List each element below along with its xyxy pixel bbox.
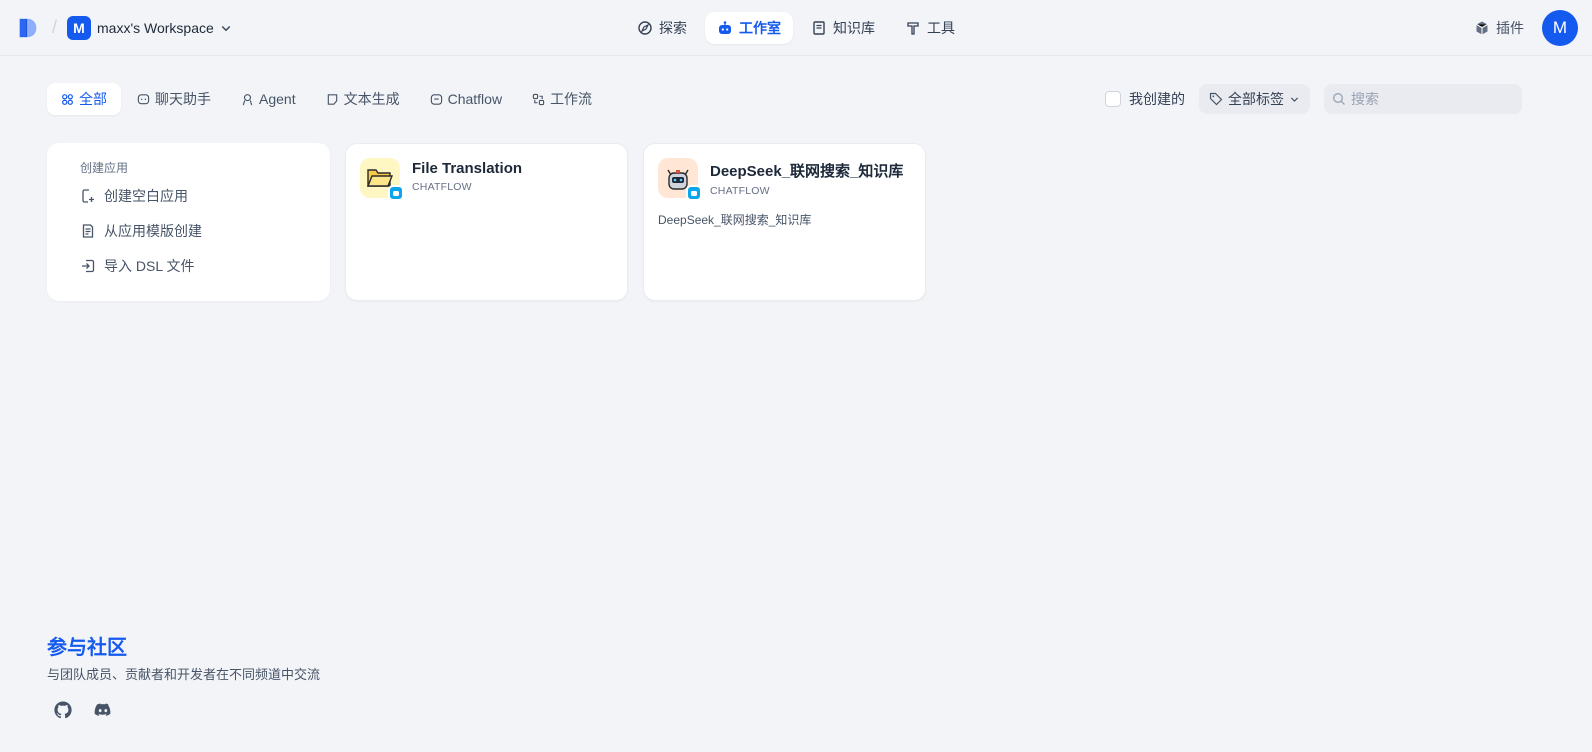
workflow-icon: [532, 93, 545, 105]
create-app-card: 创建应用 创建空白应用 从应用模版创建 导入 DSL 文件: [47, 143, 330, 301]
filter-tools: 我创建的 全部标签: [1105, 84, 1522, 114]
tab-label: Agent: [259, 91, 296, 107]
nav-explore[interactable]: 探索: [625, 12, 699, 44]
create-app-title: 创建应用: [80, 161, 129, 175]
robot-emoji-icon: [658, 158, 702, 201]
social-links: [47, 700, 320, 720]
search-box: [1324, 84, 1522, 114]
folder-icon: [360, 158, 404, 201]
search-icon: [1333, 93, 1345, 105]
book-icon: [813, 21, 825, 35]
workspace-switcher[interactable]: M maxx's Workspace: [67, 15, 232, 40]
create-blank-app-button[interactable]: 创建空白应用: [80, 184, 330, 208]
file-plus-icon: [82, 189, 94, 203]
chevron-down-icon: [1290, 97, 1299, 102]
community-footer: 参与社区 与团队成员、贡献者和开发者在不同频道中交流: [47, 631, 320, 720]
community-title: 参与社区: [47, 637, 127, 659]
note-icon: [327, 93, 337, 105]
app-description: DeepSeek_联网搜索_知识库: [658, 213, 812, 227]
app-type: CHATFLOW: [412, 181, 472, 193]
app-card-header: File Translation CHATFLOW: [360, 158, 613, 201]
discord-icon[interactable]: [93, 700, 113, 720]
dify-logo-icon[interactable]: [18, 16, 40, 40]
breadcrumb-separator: /: [52, 17, 58, 37]
hammer-icon: [907, 22, 919, 35]
app-card-file-translation[interactable]: File Translation CHATFLOW: [345, 143, 628, 301]
created-by-me-label: 我创建的: [1129, 91, 1185, 107]
workspace-name: maxx's Workspace: [97, 19, 214, 36]
import-dsl-button[interactable]: 导入 DSL 文件: [80, 254, 330, 278]
tab-chatflow[interactable]: Chatflow: [416, 83, 516, 115]
search-input[interactable]: [1351, 91, 1511, 107]
cube-icon: [1476, 21, 1488, 34]
nav-label: 知识库: [833, 20, 875, 36]
main-nav: 探索 工作室 知识库 工具: [625, 12, 967, 44]
nav-label: 工具: [927, 20, 955, 36]
import-icon: [82, 259, 95, 273]
header-right: 插件 M: [1474, 9, 1578, 46]
create-item-label: 导入 DSL 文件: [104, 258, 195, 274]
tab-all[interactable]: 全部: [47, 83, 121, 115]
user-avatar[interactable]: M: [1542, 9, 1578, 46]
create-item-label: 从应用模版创建: [104, 223, 202, 239]
nav-tools[interactable]: 工具: [893, 12, 967, 44]
top-header: / M maxx's Workspace 探索 工作室 知识库 工具 插件 M: [0, 0, 1592, 56]
chatflow-badge-icon: [686, 185, 702, 201]
plugins-button[interactable]: 插件: [1474, 18, 1524, 38]
app-name: File Translation: [412, 160, 523, 177]
tab-label: Chatflow: [447, 91, 503, 107]
app-toolbar: 全部 聊天助手 Agent 文本生成 Chatflow 工作流 我创建的 全部标…: [47, 83, 1522, 115]
tag-filter-dropdown[interactable]: 全部标签: [1199, 84, 1310, 114]
tab-workflow[interactable]: 工作流: [518, 83, 606, 115]
tab-chat-assistant[interactable]: 聊天助手: [123, 83, 225, 115]
nav-label: 探索: [659, 20, 687, 36]
compass-icon: [638, 21, 652, 35]
tab-label: 工作流: [550, 91, 593, 107]
nav-label: 工作室: [739, 20, 781, 36]
created-by-me-checkbox[interactable]: [1105, 91, 1121, 107]
app-name: DeepSeek_联网搜索_知识库: [710, 163, 904, 180]
chevron-down-icon: [221, 25, 231, 31]
github-icon[interactable]: [53, 700, 73, 720]
nav-knowledge[interactable]: 知识库: [799, 12, 887, 44]
app-card-deepseek[interactable]: DeepSeek_联网搜索_知识库 CHATFLOW DeepSeek_联网搜索…: [643, 143, 926, 301]
app-card-header: DeepSeek_联网搜索_知识库 CHATFLOW: [658, 158, 911, 201]
chat-icon: [137, 93, 150, 104]
tab-text-generation[interactable]: 文本生成: [312, 83, 414, 115]
plugins-label: 插件: [1496, 19, 1524, 36]
app-type-tabs: 全部 聊天助手 Agent 文本生成 Chatflow 工作流: [47, 83, 606, 115]
tab-agent[interactable]: Agent: [227, 83, 310, 115]
agent-icon: [242, 93, 253, 105]
created-by-me-toggle[interactable]: 我创建的: [1105, 89, 1185, 109]
chatflow-badge-icon: [388, 185, 404, 201]
create-from-template-button[interactable]: 从应用模版创建: [80, 219, 330, 243]
tag-filter-label: 全部标签: [1228, 91, 1284, 107]
tag-icon: [1209, 92, 1223, 106]
tab-label: 全部: [79, 91, 107, 107]
tab-label: 文本生成: [343, 91, 400, 107]
chatflow-icon: [430, 93, 442, 105]
app-type: CHATFLOW: [710, 185, 770, 197]
tab-label: 聊天助手: [155, 91, 211, 107]
community-subtitle: 与团队成员、贡献者和开发者在不同频道中交流: [47, 667, 321, 682]
file-template-icon: [82, 224, 94, 238]
app-grid: 创建应用 创建空白应用 从应用模版创建 导入 DSL 文件 File Trans…: [47, 143, 926, 301]
robot-icon: [719, 21, 731, 34]
workspace-avatar: M: [67, 15, 92, 40]
nav-studio[interactable]: 工作室: [705, 12, 793, 44]
create-item-label: 创建空白应用: [104, 188, 188, 204]
grid-icon: [62, 93, 73, 105]
